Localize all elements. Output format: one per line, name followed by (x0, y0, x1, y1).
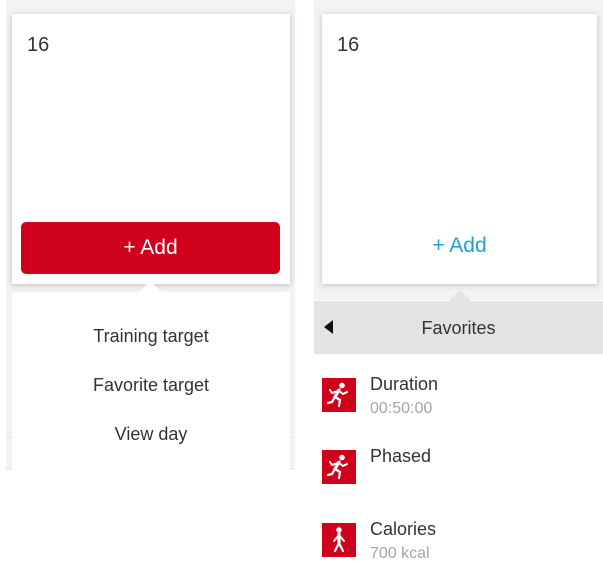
menu-item-favorite-target[interactable]: Favorite target (12, 375, 290, 396)
favorites-title: Favorites (421, 318, 496, 338)
calendar-day-panel-left: 16 + Add Training target Favorite target… (0, 0, 300, 567)
menu-item-view-day[interactable]: View day (12, 424, 290, 445)
add-link[interactable]: + Add (322, 234, 597, 258)
favorite-item-phased[interactable]: Phased (322, 446, 592, 494)
favorite-detail: 700 kcal (370, 545, 430, 562)
dropdown-caret (139, 281, 161, 292)
favorite-name: Phased (370, 446, 432, 466)
running-icon (322, 378, 356, 412)
favorite-name: Calories (370, 519, 437, 539)
calendar-day-panel-right: 16 + Add Favorites Duration 00:50:00 Pha… (314, 0, 603, 567)
add-button[interactable]: + Add (21, 222, 280, 274)
day-cell[interactable]: 16 + Add (12, 14, 290, 284)
favorite-item-calories[interactable]: Calories 700 kcal (322, 519, 592, 567)
favorites-header: Favorites (314, 290, 603, 354)
day-number: 16 (27, 34, 50, 56)
day-number: 16 (337, 34, 360, 56)
add-menu-dropdown: Training target Favorite target View day (12, 281, 290, 470)
favorite-item-duration[interactable]: Duration 00:50:00 (322, 374, 592, 426)
running-icon (322, 450, 356, 484)
day-cell[interactable]: 16 + Add (322, 14, 597, 284)
walking-icon (322, 523, 356, 557)
favorite-detail: 00:50:00 (370, 400, 433, 417)
dropdown-caret (449, 290, 471, 301)
favorite-name: Duration (370, 374, 439, 394)
menu-item-training-target[interactable]: Training target (12, 326, 290, 347)
